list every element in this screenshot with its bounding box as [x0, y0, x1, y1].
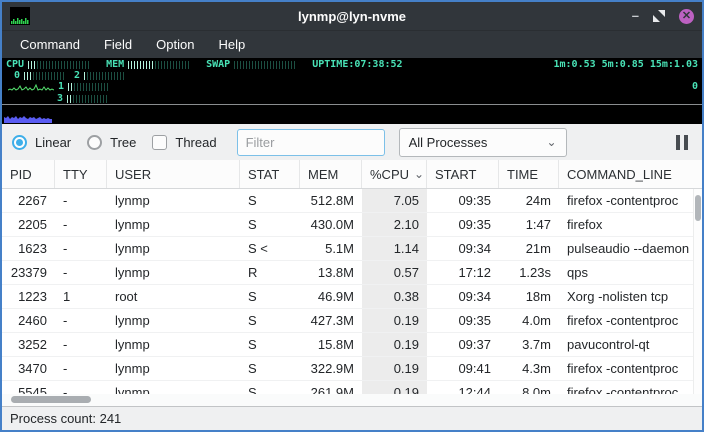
menu-bar: Command Field Option Help [2, 30, 702, 58]
maximize-button[interactable] [653, 10, 665, 22]
table-row[interactable]: 2205-lynmpS430.0M2.1009:351:47firefox [2, 213, 702, 237]
window-title: lynmp@lyn-nvme [2, 9, 702, 24]
column-header-user[interactable]: USER [107, 160, 240, 188]
table-row[interactable]: 5545-lynmpS261.9M0.1912:448.0mfirefox -c… [2, 381, 702, 394]
core1-meter [68, 83, 108, 91]
table-row[interactable]: 12231rootS46.9M0.3809:3418mXorg -noliste… [2, 285, 702, 309]
process-count-text: Process count: 241 [10, 411, 121, 426]
linear-radio-label[interactable]: Linear [35, 135, 71, 150]
table-row[interactable]: 2460-lynmpS427.3M0.1909:354.0mfirefox -c… [2, 309, 702, 333]
column-header-start[interactable]: START [427, 160, 499, 188]
system-monitor[interactable]: CPU MEM SWAP UPTIME:07:38:52 1m:0.53 5m:… [2, 58, 702, 124]
minimize-button[interactable]: – [632, 11, 639, 21]
app-window: lynmp@lyn-nvme – ✕ Command Field Option … [0, 0, 704, 432]
sort-descending-icon: ⌄ [414, 167, 424, 181]
linear-radio[interactable] [12, 135, 27, 150]
monitor-meters: CPU MEM SWAP UPTIME:07:38:52 1m:0.53 5m:… [2, 58, 702, 93]
table-row[interactable]: 1623-lynmpS <5.1M1.1409:3421mpulseaudio … [2, 237, 702, 261]
core3-meter [67, 95, 107, 103]
pause-button[interactable] [676, 135, 688, 150]
load-scale-label: 0 [692, 81, 698, 92]
chevron-down-icon: ⌄ [547, 135, 557, 149]
control-bar: Linear Tree Thread All Processes ⌄ [2, 124, 702, 160]
maximize-icon [653, 10, 665, 22]
table-row[interactable]: 23379-lynmpR13.8M0.5717:121.23sqps [2, 261, 702, 285]
table-row[interactable]: 2267-lynmpS512.8M7.0509:3524mfirefox -co… [2, 189, 702, 213]
status-bar: Process count: 241 [2, 406, 702, 430]
column-header-tty[interactable]: TTY [55, 160, 107, 188]
close-button[interactable]: ✕ [679, 9, 694, 24]
column-header-pid[interactable]: PID [2, 160, 55, 188]
cpu-meter-label: CPU [6, 59, 24, 70]
mem-meter-label: MEM [106, 59, 124, 70]
core1-label: 1 [58, 81, 64, 92]
uptime-text: UPTIME:07:38:52 [312, 59, 402, 70]
swap-meter [234, 61, 296, 69]
horizontal-scrollbar-thumb[interactable] [11, 396, 91, 403]
column-header-time[interactable]: TIME [499, 160, 559, 188]
table-row[interactable]: 3252-lynmpS15.8M0.1909:373.7mpavucontrol… [2, 333, 702, 357]
menu-help[interactable]: Help [206, 31, 257, 58]
app-icon [10, 7, 30, 25]
close-icon: ✕ [682, 11, 691, 22]
core0-label: 0 [14, 70, 20, 81]
thread-checkbox[interactable] [152, 135, 167, 150]
core3-label: 3 [57, 93, 63, 104]
table-header-row: PID TTY USER STAT MEM %CPU ⌄ START TIME … [2, 160, 702, 189]
table-row[interactable]: 3470-lynmpS322.9M0.1909:414.3mfirefox -c… [2, 357, 702, 381]
tree-radio[interactable] [87, 135, 102, 150]
tree-radio-label[interactable]: Tree [110, 135, 136, 150]
core2-meter [84, 72, 124, 80]
pause-icon [676, 135, 680, 150]
cpu-meter [28, 61, 90, 69]
horizontal-scrollbar[interactable] [2, 394, 702, 406]
process-table: PID TTY USER STAT MEM %CPU ⌄ START TIME … [2, 160, 702, 394]
column-header-stat[interactable]: STAT [240, 160, 300, 188]
load-average-text: 1m:0.53 5m:0.85 15m:1.03 [554, 59, 699, 70]
thread-checkbox-label[interactable]: Thread [175, 135, 216, 150]
menu-field[interactable]: Field [92, 31, 144, 58]
core0-meter [24, 72, 64, 80]
cpu-history-waveform [8, 82, 54, 92]
menu-command[interactable]: Command [8, 31, 92, 58]
column-header-mem[interactable]: MEM [300, 160, 362, 188]
column-header-cpu[interactable]: %CPU ⌄ [362, 160, 427, 188]
core2-label: 2 [74, 70, 80, 81]
load-history-graph [2, 105, 702, 124]
vertical-scrollbar-thumb[interactable] [695, 195, 701, 221]
menu-option[interactable]: Option [144, 31, 206, 58]
vertical-scrollbar[interactable] [693, 189, 702, 394]
filter-input[interactable] [237, 129, 385, 156]
title-bar: lynmp@lyn-nvme – ✕ [2, 2, 702, 30]
process-scope-value: All Processes [409, 135, 488, 150]
swap-meter-label: SWAP [206, 59, 230, 70]
column-header-command-line[interactable]: COMMAND_LINE [559, 160, 702, 188]
process-scope-select[interactable]: All Processes ⌄ [399, 128, 567, 157]
mem-meter [128, 61, 190, 69]
